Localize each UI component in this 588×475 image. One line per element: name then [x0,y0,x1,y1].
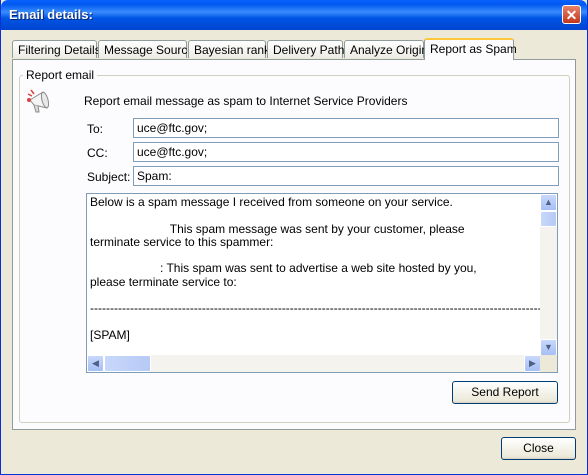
message-body-text[interactable]: Below is a spam message I received from … [90,196,540,351]
horizontal-scroll-thumb[interactable] [104,355,151,372]
cc-label: CC: [87,146,108,160]
subject-label: Subject: [87,170,131,184]
message-body-textarea[interactable]: Below is a spam message I received from … [86,193,558,373]
close-button[interactable]: Close [501,437,576,460]
scroll-left-button[interactable]: ◀ [87,355,104,372]
subject-field[interactable] [133,166,559,186]
to-field[interactable] [133,118,559,138]
group-label: Report email [23,68,98,82]
tab-bayesian-rank[interactable]: Bayesian rank [188,40,270,58]
tab-report-as-spam[interactable]: Report as Spam [424,38,517,60]
tab-filtering-details[interactable]: Filtering Details [12,40,101,58]
report-description: Report email message as spam to Internet… [84,94,408,108]
cc-field[interactable] [133,142,559,162]
email-details-window: Email details: ✕ Filtering Details Messa… [0,0,588,475]
close-icon: ✕ [565,7,578,23]
scroll-up-button[interactable]: ▲ [540,194,557,211]
tab-analyze-origin[interactable]: Analyze Origin [344,40,428,58]
horizontal-scrollbar[interactable]: ◀ ▶ [87,355,541,372]
scroll-corner [540,355,557,372]
scroll-down-button[interactable]: ▼ [540,339,557,356]
tab-message-source[interactable]: Message Source [98,40,194,58]
tab-delivery-path[interactable]: Delivery Path [267,40,344,58]
vertical-scrollbar[interactable]: ▲ ▼ [540,194,557,356]
to-label: To: [87,122,104,136]
window-title: Email details: [9,7,93,22]
send-report-button[interactable]: Send Report [452,381,558,404]
window-close-button[interactable]: ✕ [562,5,581,24]
title-bar[interactable]: Email details: ✕ [1,0,587,30]
vertical-scroll-thumb[interactable] [540,211,557,227]
megaphone-icon [27,89,50,113]
scroll-right-button[interactable]: ▶ [524,355,541,372]
